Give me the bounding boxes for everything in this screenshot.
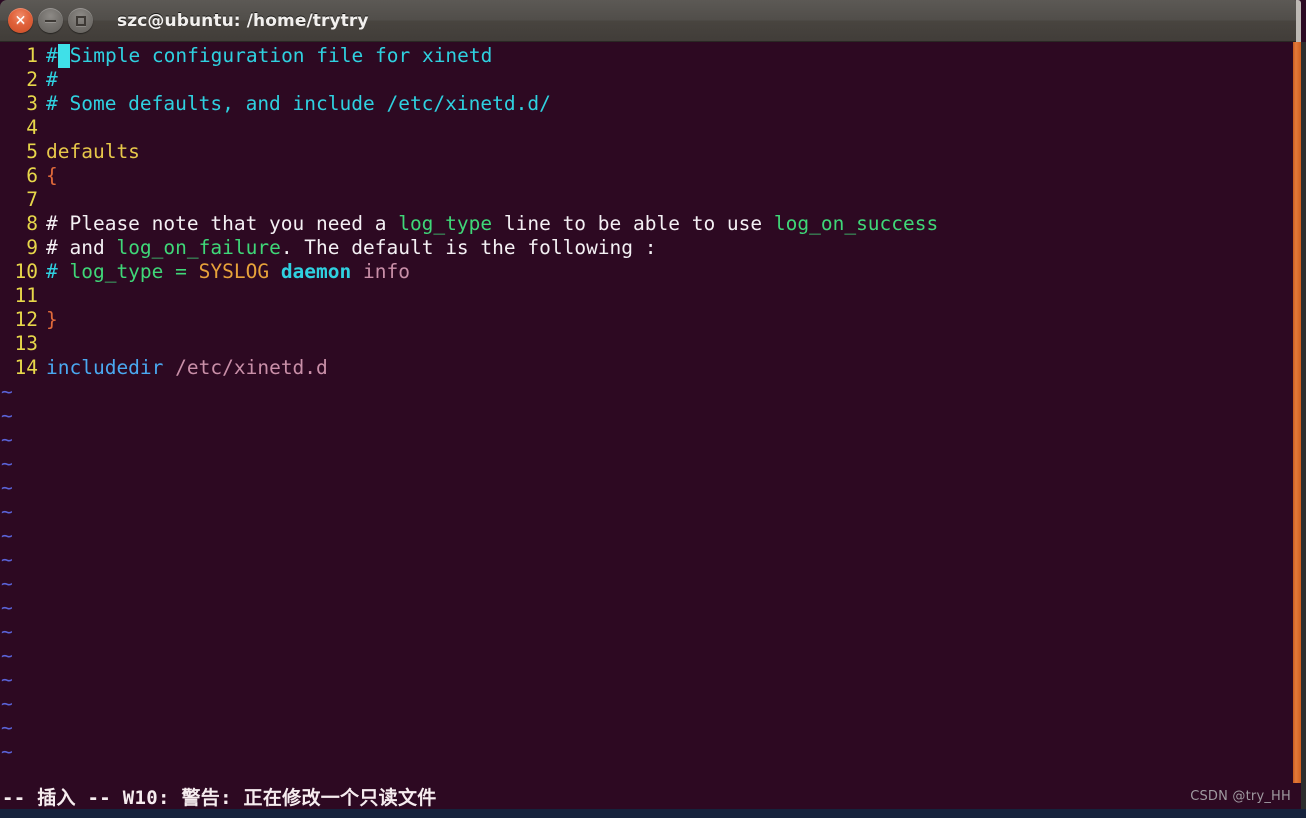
scrollbar-thumb[interactable] (1293, 42, 1301, 811)
vim-status-line: -- 插入 -- W10: 警告: 正在修改一个只读文件 CSDN @try_H… (0, 783, 1301, 809)
line-number: 14 (14, 356, 38, 379)
line-content: # Please note that you need a log_type l… (46, 212, 938, 235)
editor-line[interactable]: 4 (0, 116, 1301, 140)
empty-line-marker: ~ (1, 452, 13, 475)
vim-editor-area[interactable]: 1 # Simple configuration file for xinetd 2… (0, 42, 1301, 818)
code-token: log_type (398, 212, 493, 235)
editor-line[interactable]: 8 # Please note that you need a log_type … (0, 212, 1301, 236)
minimize-button[interactable] (38, 8, 63, 33)
close-button[interactable]: ✕ (8, 8, 33, 33)
empty-line-marker: ~ (1, 476, 13, 499)
line-number: 5 (26, 140, 38, 163)
code-token: # (46, 68, 58, 91)
window-bottom-edge (0, 809, 1306, 818)
empty-line-marker: ~ (1, 524, 13, 547)
code-token: includedir (46, 356, 164, 379)
maximize-icon (75, 15, 86, 26)
line-content: # log_type = SYSLOG daemon info (46, 260, 410, 283)
empty-line-marker: ~ (1, 644, 13, 667)
code-token: { (46, 164, 58, 187)
close-icon: ✕ (14, 12, 27, 29)
code-token: daemon (280, 260, 352, 283)
line-number: 4 (26, 116, 38, 139)
code-token: # (46, 44, 58, 67)
line-number: 13 (14, 332, 38, 355)
titlebar-right-edge (1296, 0, 1301, 42)
editor-line[interactable]: 5 defaults (0, 140, 1301, 164)
editor-line[interactable]: 2 # (0, 68, 1301, 92)
code-token: line to be able to use (492, 212, 774, 235)
empty-line-marker: ~ (1, 668, 13, 691)
editor-line[interactable]: 10 # log_type = SYSLOG daemon info (0, 260, 1301, 284)
editor-line[interactable]: 13 (0, 332, 1301, 356)
code-token: info (363, 260, 410, 283)
code-token: # and (46, 236, 117, 259)
code-token: Simple configuration file for xinetd (69, 44, 493, 67)
code-token: /etc/xinetd.d (175, 356, 328, 379)
line-content: # Simple configuration file for xinetd (46, 44, 493, 68)
code-token: defaults (46, 140, 140, 163)
line-content: includedir /etc/xinetd.d (46, 356, 328, 379)
editor-line[interactable]: 6{ (0, 164, 1301, 188)
terminal-window: ✕ szc@ubuntu: /home/trytry 1 # Simple con… (0, 0, 1306, 818)
line-number: 9 (26, 236, 38, 259)
window-titlebar[interactable]: ✕ szc@ubuntu: /home/trytry (0, 0, 1301, 42)
line-content: # (46, 68, 58, 91)
editor-line[interactable]: 11 (0, 284, 1301, 308)
empty-line-marker: ~ (1, 572, 13, 595)
editor-line[interactable]: 12} (0, 308, 1301, 332)
line-content: { (46, 164, 58, 187)
line-number: 2 (26, 68, 38, 91)
code-token: # Some defaults, and include /etc/xinetd… (46, 92, 551, 115)
empty-line-marker: ~ (1, 428, 13, 451)
code-token: # (46, 260, 70, 283)
empty-line-marker: ~ (1, 380, 13, 403)
watermark-label: CSDN @try_HH (1190, 788, 1291, 804)
editor-line[interactable]: 1 # Simple configuration file for xinetd (0, 44, 1301, 68)
line-number: 3 (26, 92, 38, 115)
vertical-scrollbar[interactable] (1293, 42, 1301, 811)
empty-line-marker: ~ (1, 620, 13, 643)
status-message: -- 插入 -- W10: 警告: 正在修改一个只读文件 (2, 786, 437, 809)
empty-line-marker: ~ (1, 596, 13, 619)
line-number: 10 (14, 260, 38, 283)
empty-line-marker: ~ (1, 548, 13, 571)
empty-line-marker: ~ (1, 500, 13, 523)
editor-line[interactable]: 9 # and log_on_failure. The default is th… (0, 236, 1301, 260)
code-token: . The default is the following : (280, 236, 657, 259)
code-token: SYSLOG (198, 260, 281, 283)
window-controls: ✕ (8, 8, 93, 33)
empty-line-marker: ~ (1, 692, 13, 715)
line-number: 12 (14, 308, 38, 331)
line-number: 6 (26, 164, 38, 187)
minimize-icon (45, 19, 56, 22)
code-token: log_on_failure (116, 236, 281, 259)
line-number: 1 (26, 44, 38, 67)
line-content: # and log_on_failure. The default is the… (46, 236, 657, 259)
line-content: # Some defaults, and include /etc/xinetd… (46, 92, 551, 115)
editor-line-list: 1 # Simple configuration file for xinetd 2… (0, 42, 1301, 380)
code-token: # Please note that you need a (46, 212, 399, 235)
empty-line-marker: ~ (1, 740, 13, 763)
window-right-edge (1301, 42, 1306, 818)
editor-empty-lines: ~ ~ ~ ~ ~ ~ ~ ~ ~ ~ ~ ~ ~ ~ ~ ~ (0, 380, 1301, 764)
code-token: } (46, 308, 58, 331)
code-token: log_on_success (773, 212, 939, 235)
line-content: defaults (46, 140, 140, 163)
maximize-button[interactable] (68, 8, 93, 33)
editor-line[interactable]: 7 (0, 188, 1301, 212)
line-number: 11 (14, 284, 38, 307)
code-token: log_type = (69, 260, 199, 283)
line-number: 8 (26, 212, 38, 235)
empty-line-marker: ~ (1, 404, 13, 427)
window-title: szc@ubuntu: /home/trytry (117, 10, 369, 31)
editor-line[interactable]: 14 includedir /etc/xinetd.d (0, 356, 1301, 380)
line-number: 7 (26, 188, 38, 211)
text-cursor (57, 44, 70, 68)
empty-line-marker: ~ (1, 716, 13, 739)
line-content: } (46, 308, 58, 331)
editor-line[interactable]: 3 # Some defaults, and include /etc/xinet… (0, 92, 1301, 116)
